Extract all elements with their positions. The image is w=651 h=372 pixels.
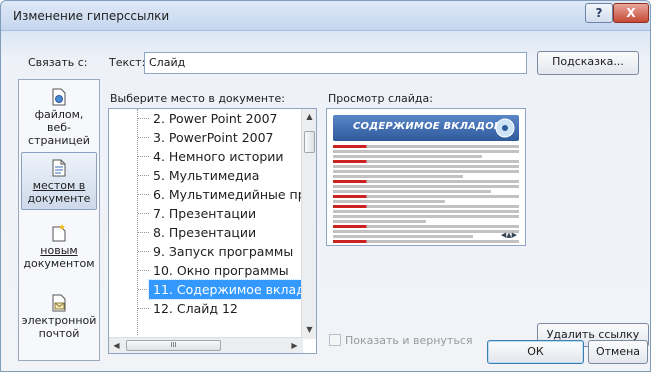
link-place-label-2: документе [27,192,91,205]
list-item[interactable]: 6. Мультимедийные програ [149,185,309,204]
list-item[interactable]: 4. Немного истории [149,147,309,166]
link-place-label-1: местом в [32,179,86,192]
place-list-items: 2. Power Point 2007 3. PowerPoint 2007 4… [109,109,309,335]
link-new-doc-label-1: новым [40,244,78,257]
tree-branch [138,308,149,309]
link-to-panel: файлом, веб- страницей местом в документ… [18,79,100,361]
link-to-label: Связать с: [28,56,88,69]
list-item[interactable]: 8. Презентации [149,223,309,242]
scroll-left-icon[interactable]: ◀ [109,338,124,353]
link-email-label-2: почтой [38,327,80,340]
title-bar: Изменение гиперссылки ? X [1,1,650,31]
list-item-selected[interactable]: 11. Содержимое вкладок: [148,279,306,300]
close-button[interactable]: X [613,3,649,23]
slide-title: СОДЕРЖИМОЕ ВКЛАДОК: [353,121,507,132]
tree-branch [138,270,149,271]
scroll-up-icon[interactable]: ▲ [302,109,316,124]
scroll-right-icon[interactable]: ▶ [287,338,302,353]
preview-label: Просмотр слайда: [328,92,433,105]
text-input[interactable]: Слайд [144,52,527,74]
disc-icon [495,118,515,138]
scroll-thumb[interactable] [304,131,315,153]
hint-button[interactable]: Подсказка... [537,51,639,75]
tree-branch [138,289,149,290]
hyperlink-dialog: Изменение гиперссылки ? X Связать с: фай… [0,0,651,372]
tree-line [137,109,138,335]
tree-branch [138,156,149,157]
place-in-document-icon [52,159,66,177]
hscroll-grip: III [170,341,177,349]
show-and-return-label: Показать и вернуться [345,334,473,347]
ok-button[interactable]: ОК [487,340,584,364]
new-document-icon [52,224,66,242]
slide-header: СОДЕРЖИМОЕ ВКЛАДОК: [333,115,519,141]
show-and-return-option: Показать и вернуться [329,334,473,348]
list-item[interactable]: 12. Слайд 12 [149,299,309,318]
list-item[interactable]: 3. PowerPoint 2007 [149,128,309,147]
tree-branch [138,137,149,138]
tree-branch [138,251,149,252]
horizontal-scrollbar[interactable]: ◀ III ▶ [109,337,303,353]
link-email-label-1: электронной [21,314,97,327]
show-and-return-checkbox[interactable] [329,334,341,346]
place-list[interactable]: 2. Power Point 2007 3. PowerPoint 2007 4… [108,108,317,354]
help-button[interactable]: ? [585,3,613,23]
link-new-document[interactable]: новым документом [21,224,97,274]
tree-branch [138,232,149,233]
vertical-scrollbar[interactable]: ▲ ▼ [301,109,316,339]
tree-branch [138,194,149,195]
tree-branch [138,118,149,119]
email-icon [52,294,66,312]
place-list-label: Выберите место в документе: [110,92,285,105]
tree-branch [138,213,149,214]
link-file-web-label-2: страницей [28,134,90,147]
dialog-title: Изменение гиперссылки [13,9,170,23]
tree-branch [138,175,149,176]
list-item[interactable]: 5. Мультимедиа [149,166,309,185]
list-item[interactable]: 2. Power Point 2007 [149,109,309,128]
link-place-in-document[interactable]: местом в документе [21,152,97,210]
slide-body [333,145,519,245]
text-label: Текст: [109,56,146,69]
hscroll-thumb[interactable]: III [126,340,221,351]
link-file-web-label-1: файлом, веб- [34,108,84,134]
list-item[interactable]: 7. Презентации [149,204,309,223]
list-item[interactable]: 10. Окно программы [149,261,309,280]
list-item[interactable]: 9. Запуск программы [149,242,309,261]
link-email[interactable]: электронной почтой [21,294,97,346]
cancel-button[interactable]: Отмена [588,340,648,364]
link-file-web-page[interactable]: файлом, веб- страницей [21,88,97,147]
link-new-doc-label-2: документом [23,257,95,270]
slide-preview: СОДЕРЖИМОЕ ВКЛАДОК: ◀▲▶ [326,108,526,246]
file-web-icon [52,88,66,106]
scroll-down-icon[interactable]: ▼ [302,322,316,337]
slide-nav-icon: ◀▲▶ [500,231,517,239]
